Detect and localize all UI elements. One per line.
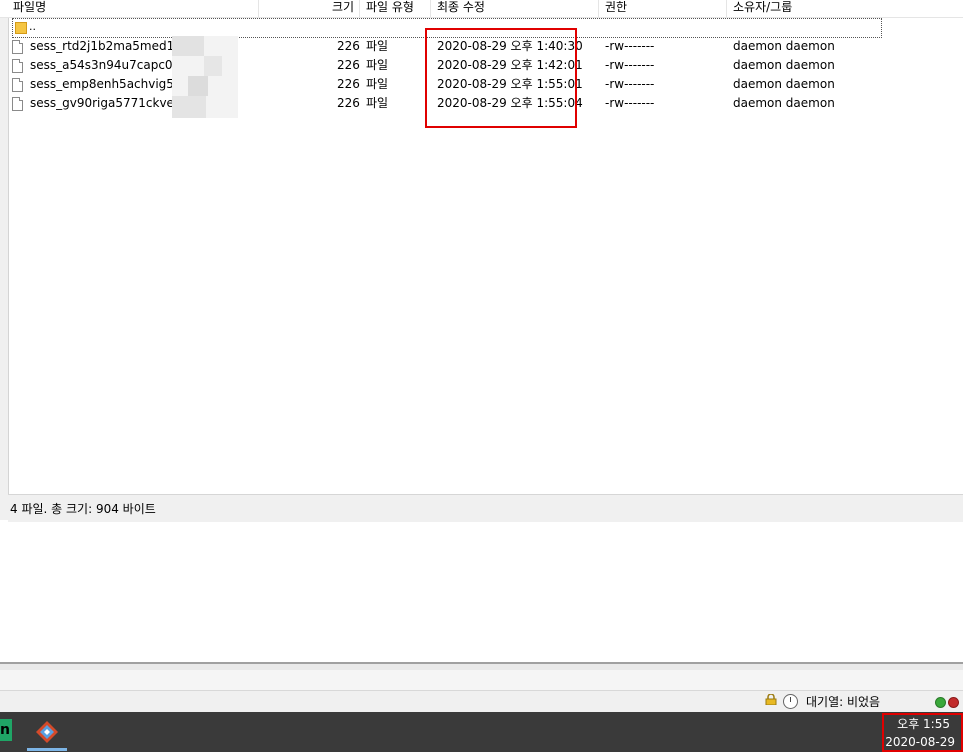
file-name: sess_rtd2j1b2ma5med1diq	[30, 39, 193, 53]
file-permissions: -rw-------	[605, 39, 655, 53]
file-owner: daemon daemon	[733, 96, 835, 110]
status-led-green-icon	[935, 697, 946, 708]
taskbar-app-glyph: n	[0, 722, 10, 738]
file-type: 파일	[366, 77, 389, 91]
parent-directory-label: ..	[29, 20, 36, 33]
redaction-tile	[172, 96, 206, 118]
speed-limit-icon[interactable]	[783, 694, 798, 709]
column-divider[interactable]	[726, 0, 727, 17]
redaction-tile	[172, 36, 204, 56]
column-header-type[interactable]: 파일 유형	[366, 0, 414, 17]
column-divider[interactable]	[598, 0, 599, 17]
file-name: sess_a54s3n94u7capc0nc5	[30, 58, 195, 72]
status-led-red-icon	[948, 697, 959, 708]
file-type: 파일	[366, 39, 389, 53]
column-divider[interactable]	[258, 0, 259, 17]
lock-icon	[765, 694, 777, 705]
status-summary: 4 파일. 총 크기: 904 바이트	[10, 502, 156, 516]
file-list-header: 파일명 크기 파일 유형 최종 수정 ^ 권한 소유자/그룹	[0, 0, 963, 18]
clock-highlight	[882, 713, 963, 752]
column-header-owner[interactable]: 소유자/그룹	[733, 0, 792, 17]
file-size: 226	[337, 58, 360, 72]
redaction-tile	[188, 76, 208, 96]
taskbar-app-icon[interactable]: n	[0, 719, 12, 741]
file-size: 226	[337, 96, 360, 110]
file-icon	[12, 59, 23, 73]
transfer-queue-panel[interactable]	[0, 522, 963, 662]
status-bar: 4 파일. 총 크기: 904 바이트	[8, 494, 963, 523]
file-icon	[12, 78, 23, 92]
column-header-permissions[interactable]: 권한	[605, 0, 627, 17]
file-type: 파일	[366, 96, 389, 110]
column-header-filename[interactable]: 파일명	[13, 0, 46, 17]
file-owner: daemon daemon	[733, 39, 835, 53]
filezilla-icon[interactable]	[35, 720, 59, 744]
sort-arrow-icon: ^	[513, 0, 521, 4]
queue-status-label: 대기열: 비었음	[806, 695, 881, 709]
file-permissions: -rw-------	[605, 77, 655, 91]
file-owner: daemon daemon	[733, 77, 835, 91]
column-header-modified[interactable]: 최종 수정	[437, 0, 485, 17]
folder-icon	[15, 22, 27, 34]
active-app-indicator	[27, 748, 67, 751]
file-permissions: -rw-------	[605, 58, 655, 72]
modified-time-highlight	[425, 28, 577, 128]
column-divider[interactable]	[359, 0, 360, 17]
file-permissions: -rw-------	[605, 96, 655, 110]
file-size: 226	[337, 39, 360, 53]
column-divider[interactable]	[430, 0, 431, 17]
column-header-size[interactable]: 크기	[332, 0, 354, 17]
queue-tab-bar	[0, 670, 963, 691]
file-icon	[12, 40, 23, 54]
redaction-tile	[204, 56, 222, 76]
file-type: 파일	[366, 58, 389, 72]
file-icon	[12, 97, 23, 111]
file-size: 226	[337, 77, 360, 91]
taskbar	[0, 712, 963, 752]
file-owner: daemon daemon	[733, 58, 835, 72]
